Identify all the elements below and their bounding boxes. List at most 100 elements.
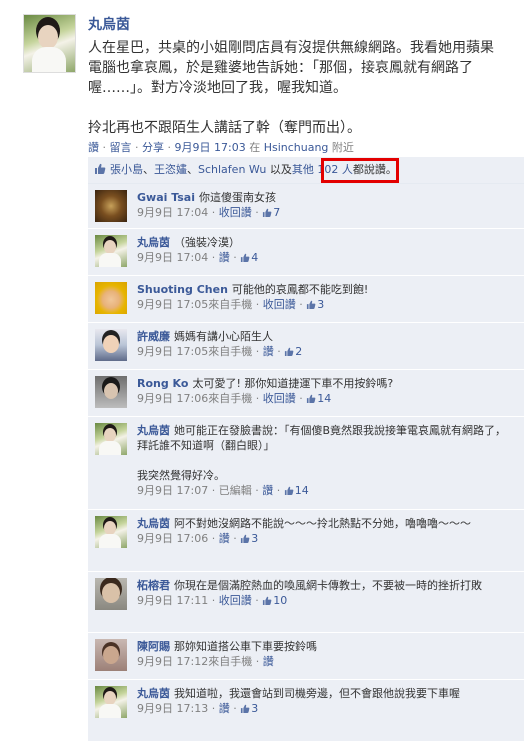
comment-text: 你這傻蛋南女孩 (199, 191, 276, 204)
comment: 許威廉 媽媽有講小心陌生人 9月9日 17:05來自手機 · 讚 · 2 (88, 323, 524, 370)
comment-time: 9月9日 17:05 (137, 345, 209, 358)
share-link[interactable]: 分享 (142, 141, 164, 154)
comment-like-count[interactable]: 2 (284, 345, 302, 358)
comment-like-count[interactable]: 3 (240, 702, 258, 715)
comment-time: 9月9日 17:06 (137, 532, 209, 545)
commenter-name[interactable]: 丸烏茵 (137, 687, 170, 700)
liker-1[interactable]: 張小島 (110, 163, 143, 176)
comment-like-action[interactable]: 收回讚 (219, 206, 252, 219)
comment: 丸烏茵 我知道啦，我還會站到司機旁邊，但不會跟他說我要下車喔 9月9日 17:13… (88, 680, 524, 742)
like-link[interactable]: 讚 (88, 141, 99, 154)
comment-like-count[interactable]: 7 (262, 206, 280, 219)
comment-like-count[interactable]: 14 (284, 484, 309, 497)
comment-like-action[interactable]: 讚 (262, 484, 273, 497)
thumbs-up-icon (241, 253, 250, 262)
comment: Rong Ko 太可愛了! 那你知道捷運下車不用按鈴嗎? 9月9日 17:06來自… (88, 370, 524, 417)
thumbs-up-icon (95, 163, 106, 174)
comment-like-action[interactable]: 讚 (219, 251, 230, 264)
post-body: 人在星巴，共桌的小姐剛問店員有沒提供無線網路。我看她用蘋果 電腦也拿哀鳳，於是雞… (88, 38, 524, 138)
comment-like-action[interactable]: 收回讚 (263, 392, 296, 405)
comment-like-count[interactable]: 14 (306, 392, 331, 405)
comment-time: 9月9日 17:13 (137, 702, 209, 715)
thumbs-up-icon (263, 596, 272, 605)
post-line: 拎北再也不跟陌生人講話了幹（奪門而出）。 (88, 120, 361, 136)
commenter-name[interactable]: Rong Ko (137, 377, 188, 390)
comment-text: 你現在是個滿腔熱血的喚風網卡傳教士，不要被一時的挫折打敗 (174, 579, 482, 592)
commenter-name[interactable]: 丸烏茵 (137, 236, 170, 249)
liker-2[interactable]: 王恣嫿 (154, 163, 187, 176)
comment-link[interactable]: 留言 (110, 141, 132, 154)
comment: 丸烏茵 她可能正在發臉書說：「有個傻B竟然跟我說接筆電哀鳳就有網路了，拜託誰不知道… (88, 417, 524, 510)
comment-text: 她可能正在發臉書說：「有個傻B竟然跟我說接筆電哀鳳就有網路了，拜託誰不知道啊（翻… (137, 424, 507, 452)
comment-like-action[interactable]: 讚 (263, 655, 274, 668)
comment-text: 太可愛了! 那你知道捷運下車不用按鈴嗎? (192, 377, 394, 390)
comment-time: 9月9日 17:04 (137, 251, 209, 264)
comment-time: 9月9日 17:07 (137, 484, 209, 497)
comment-text-continued: 我突然覺得好冷。 (137, 469, 225, 482)
highlight-annotation-box (321, 158, 399, 183)
author-name[interactable]: 丸烏茵 (88, 14, 130, 34)
commenter-avatar[interactable] (95, 376, 127, 408)
thumbs-up-icon (307, 394, 316, 403)
comment-like-action[interactable]: 收回讚 (263, 298, 296, 311)
comment-like-action[interactable]: 讚 (219, 702, 230, 715)
comment-like-count[interactable]: 3 (306, 298, 324, 311)
comment-text: 那妳知道搭公車下車要按鈴嗎 (174, 640, 317, 653)
commenter-name[interactable]: Gwai Tsai (137, 191, 195, 204)
commenter-avatar[interactable] (95, 578, 127, 610)
comment-text: （強裝冷漠） (174, 236, 240, 249)
comment-like-action[interactable]: 收回讚 (219, 594, 252, 607)
comment: 柘榕君 你現在是個滿腔熱血的喚風網卡傳教士，不要被一時的挫折打敗 9月9日 17:… (88, 572, 524, 633)
comment: Gwai Tsai 你這傻蛋南女孩 9月9日 17:04 · 收回讚 · 7 (88, 184, 524, 229)
commenter-avatar[interactable] (95, 329, 127, 361)
comment-like-action[interactable]: 讚 (219, 532, 230, 545)
commenter-avatar[interactable] (95, 516, 127, 548)
location-prefix: 在 (249, 141, 261, 154)
commenter-avatar[interactable] (95, 639, 127, 671)
commenter-name[interactable]: Shuoting Chen (137, 283, 228, 296)
comment-time: 9月9日 17:12 (137, 655, 209, 668)
thumbs-up-icon (263, 208, 272, 217)
post-line: 電腦也拿哀鳳，於是雞婆地告訴她：「那個，接哀鳳就有網路了 (88, 60, 473, 76)
comment-like-count[interactable]: 3 (240, 532, 258, 545)
comment-time: 9月9日 17:04 (137, 206, 209, 219)
comment: Shuoting Chen 可能他的哀鳳都不能吃到飽! 9月9日 17:05來自手… (88, 276, 524, 323)
comment: 陳阿賜 那妳知道搭公車下車要按鈴嗎 9月9日 17:12來自手機 · 讚 (88, 633, 524, 680)
location-nearby: 附近 (331, 141, 354, 154)
comment: 丸烏茵 阿不對她沒網路不能說～～～拎北熱點不分她，嚕嚕嚕～～～ 9月9日 17:0… (88, 510, 524, 572)
author-avatar[interactable] (23, 14, 76, 73)
comment-edited: 已編輯 (218, 484, 252, 497)
commenter-name[interactable]: 丸烏茵 (137, 517, 170, 530)
comment-via: 來自手機 (208, 345, 253, 358)
thumbs-up-icon (284, 486, 294, 495)
commenter-name[interactable]: 許威廉 (137, 330, 170, 343)
post-timestamp[interactable]: 9月9日 17:03 (175, 141, 246, 154)
commenter-name[interactable]: 丸烏茵 (137, 424, 170, 437)
comment-like-count[interactable]: 4 (240, 251, 258, 264)
thumbs-up-icon (285, 347, 294, 356)
liker-3[interactable]: Schlafen Wu (198, 163, 266, 176)
comment-text: 媽媽有講小心陌生人 (174, 330, 273, 343)
comment: 丸烏茵 （強裝冷漠） 9月9日 17:04 · 讚 · 4 (88, 229, 524, 276)
commenter-avatar[interactable] (95, 190, 127, 222)
comment-via: 來自手機 (208, 655, 253, 668)
commenter-avatar[interactable] (95, 235, 127, 267)
commenter-avatar[interactable] (95, 423, 127, 455)
likes-bar: 張小島、王恣嫿、Schlafen Wu 以及其他 102 人都說讚。 (88, 157, 524, 184)
commenter-name[interactable]: 柘榕君 (137, 579, 170, 592)
commenter-avatar[interactable] (95, 686, 127, 718)
liker-separator: 、 (143, 163, 154, 176)
comment-like-count[interactable]: 10 (262, 594, 287, 607)
thumbs-up-icon (307, 300, 316, 309)
comment-time: 9月9日 17:05 (137, 298, 209, 311)
commenter-avatar[interactable] (95, 282, 127, 314)
facebook-post: 丸烏茵 人在星巴，共桌的小姐剛問店員有沒提供無線網路。我看她用蘋果 電腦也拿哀鳳… (0, 0, 528, 742)
comment-time: 9月9日 17:11 (137, 594, 209, 607)
thumbs-up-icon (241, 534, 250, 543)
post-line: 喔……」。對方冷淡地回了我，喔我知道。 (88, 80, 347, 96)
comment-like-action[interactable]: 讚 (263, 345, 274, 358)
post-meta: 讚 · 留言 · 分享 · 9月9日 17:03 在 Hsinchuang 附近 (88, 141, 354, 154)
commenter-name[interactable]: 陳阿賜 (137, 640, 170, 653)
comment-time: 9月9日 17:06 (137, 392, 209, 405)
location-link[interactable]: Hsinchuang (264, 141, 329, 154)
